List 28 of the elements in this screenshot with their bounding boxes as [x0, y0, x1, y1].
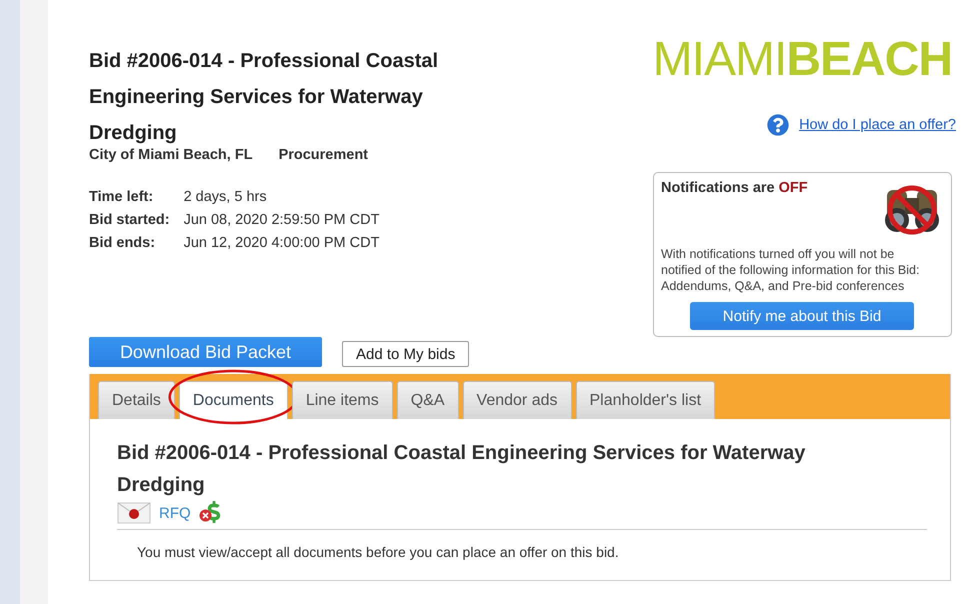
document-link[interactable]: RFQ [159, 504, 191, 522]
money-cancel-icon [198, 501, 221, 525]
bid-title: Bid #2006-014 - Professional Coastal Engineering Services for Waterway Dredging [89, 49, 440, 146]
city-logo: MIAMIBEACH [652, 36, 952, 84]
tab[interactable]: Planholder's list [576, 381, 716, 419]
notice-text: You must view/accept all documents before you can place an offer on this bid. [137, 544, 620, 560]
tab[interactable]: Line items [292, 381, 393, 419]
time-label: Bid started: [89, 212, 170, 228]
notify-button[interactable]: Notify me about this Bid [690, 302, 914, 330]
download-button[interactable]: Download Bid Packet [89, 337, 322, 367]
organization-name: City of Miami Beach, FL [89, 147, 253, 163]
time-label: Bid ends: [89, 235, 156, 251]
tab[interactable]: Details [98, 381, 175, 419]
notifications-heading: Notifications are OFF [661, 180, 808, 198]
time-value: Jun 12, 2020 4:00:00 PM CDT [184, 235, 380, 251]
tab[interactable]: Documents [178, 381, 288, 419]
time-value: Jun 08, 2020 2:59:50 PM CDT [184, 212, 380, 228]
time-label: Time left: [89, 189, 154, 205]
tab[interactable]: Vendor ads [462, 381, 572, 419]
notifications-message: With notifications turned off you will not be notified of the following information for this Bid: Addendums, Q&A, and Pre-bid conferences [661, 246, 920, 294]
help-icon [767, 114, 790, 136]
time-value: 2 days, 5 hrs [184, 189, 268, 205]
tab[interactable]: Q&A [396, 381, 459, 419]
help-link[interactable]: How do I place an offer? [799, 117, 956, 133]
department-name: Procurement [278, 147, 368, 163]
envelope-icon [117, 502, 151, 524]
panel-title: Bid #2006-014 - Professional Coastal Engineering Services for Waterway Dredging [117, 441, 806, 498]
add-to-bids-button[interactable]: Add to My bids [342, 341, 470, 367]
